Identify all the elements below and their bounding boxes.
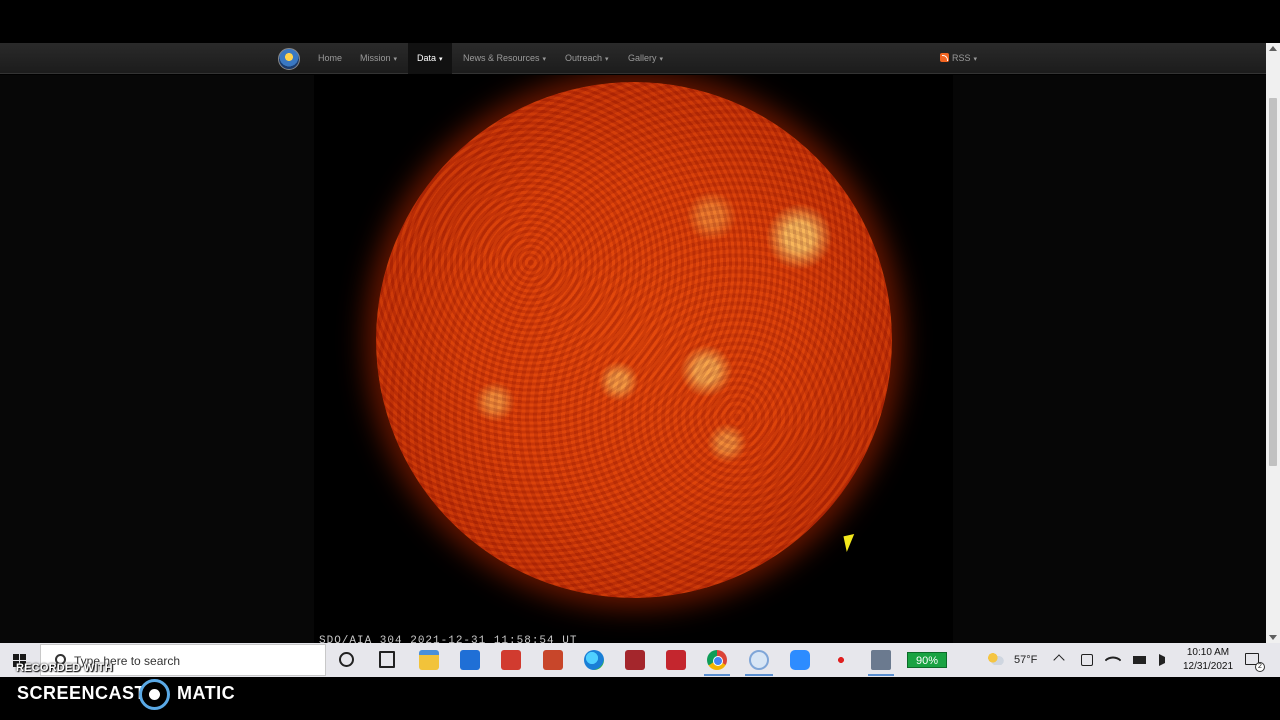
nav-mission[interactable]: Mission ▾ (351, 43, 406, 74)
chrome-icon[interactable] (707, 650, 727, 670)
sun-surface-texture (376, 82, 892, 598)
nav-rss-label: RSS (952, 53, 971, 63)
sun-image-panel: SDO/AIA 304 2021-12-31 11:58:54 UT (314, 75, 953, 643)
windows-logo-icon (20, 654, 26, 660)
battery-percent-badge[interactable]: 90% (907, 652, 947, 668)
reader-icon[interactable] (501, 650, 521, 670)
nav-news-resources-label: News & Resources (463, 53, 540, 63)
edge-icon[interactable] (584, 650, 604, 670)
chevron-down-icon: ▾ (973, 56, 978, 63)
nav-home-label: Home (318, 53, 343, 63)
nav-data[interactable]: Data ▾ (408, 43, 452, 74)
nav-home[interactable]: Home (309, 43, 351, 74)
cortana-icon[interactable] (339, 652, 354, 667)
nav-mission-label: Mission (360, 53, 391, 63)
rss-icon (940, 53, 949, 62)
nav-outreach-label: Outreach (565, 53, 603, 63)
scroll-thumb[interactable] (1269, 98, 1277, 466)
chevron-up-icon[interactable] (1053, 654, 1065, 666)
notification-count-badge: 2 (1255, 662, 1265, 672)
scroll-down-arrow-icon[interactable] (1269, 635, 1277, 640)
image-caption: SDO/AIA 304 2021-12-31 11:58:54 UT (319, 635, 578, 643)
browser-page: Home Mission ▾ Data ▾ News & Resources ▾ Ou… (0, 43, 1266, 643)
chevron-down-icon: ▾ (659, 56, 664, 63)
screencast-active-indicator (745, 674, 773, 676)
weather-icon[interactable] (988, 653, 1004, 665)
wifi-icon[interactable] (1104, 651, 1122, 669)
task-view-icon[interactable] (379, 651, 395, 668)
nav-gallery[interactable]: Gallery ▾ (619, 43, 672, 74)
left-column (0, 75, 314, 643)
tray-app-icon[interactable] (1081, 654, 1093, 666)
weather-temperature[interactable]: 57°F (1014, 654, 1037, 666)
clock-date[interactable]: 12/31/2021 (1180, 661, 1236, 672)
record-icon[interactable] (831, 650, 851, 670)
scroll-up-arrow-icon[interactable] (1269, 46, 1277, 51)
windows-logo-icon (13, 654, 19, 660)
nav-news-resources[interactable]: News & Resources ▾ (454, 43, 555, 74)
network-app-icon[interactable] (871, 650, 891, 670)
nav-gallery-label: Gallery (628, 53, 657, 63)
site-logo[interactable] (278, 48, 300, 70)
right-column (953, 75, 1266, 643)
screen: Home Mission ▾ Data ▾ News & Resources ▾ Ou… (0, 0, 1280, 720)
battery-icon[interactable] (1133, 656, 1146, 664)
stylus-icon[interactable] (666, 650, 686, 670)
store-icon[interactable] (460, 650, 480, 670)
access-icon[interactable] (625, 650, 645, 670)
network-app-active-indicator (868, 674, 894, 676)
file-explorer-icon[interactable] (419, 650, 439, 670)
nav-outreach[interactable]: Outreach ▾ (556, 43, 618, 74)
chevron-down-icon: ▾ (605, 56, 609, 63)
zoom-icon[interactable] (790, 650, 810, 670)
screencast-watermark-bar: SCREENCAST MATIC (0, 677, 1280, 720)
chevron-down-icon: ▾ (393, 56, 398, 63)
sun-image (376, 82, 892, 598)
watermark-brand-right: MATIC (177, 683, 236, 703)
clock-time[interactable]: 10:10 AM (1182, 647, 1234, 658)
site-navbar: Home Mission ▾ Data ▾ News & Resources ▾ Ou… (0, 43, 1266, 74)
recorded-with-label: RECORDED WITH (16, 662, 113, 674)
chevron-down-icon: ▾ (439, 56, 443, 63)
nav-data-label: Data (417, 53, 437, 63)
page-scrollbar[interactable] (1266, 43, 1280, 643)
watermark-brand-left: SCREENCAST (17, 683, 147, 703)
chevron-down-icon: ▾ (542, 56, 547, 63)
chrome-active-indicator (704, 674, 730, 676)
nav-rss[interactable]: RSS ▾ (931, 43, 986, 74)
windows-taskbar: Type here to search 90% 57°F 10:10 AM 12… (0, 643, 1280, 677)
volume-icon[interactable] (1159, 654, 1169, 666)
screencast-icon[interactable] (749, 650, 769, 670)
screencast-logo-icon (139, 679, 170, 710)
powerpoint-icon[interactable] (543, 650, 563, 670)
